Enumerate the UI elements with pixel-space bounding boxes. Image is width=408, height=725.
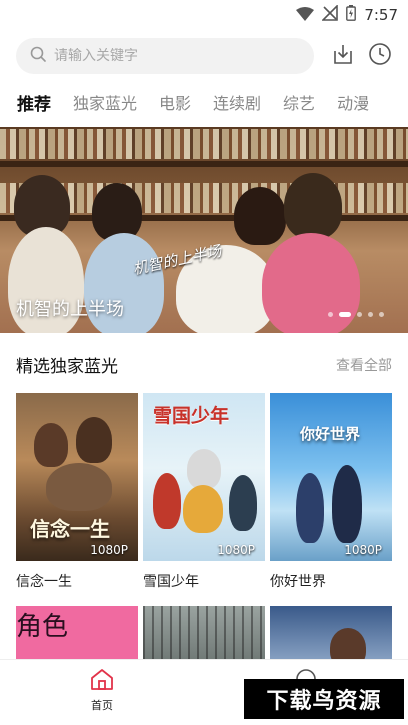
shelf-1 (0, 161, 408, 167)
quality-badge: 1080P (90, 543, 128, 557)
banner-figure (92, 183, 142, 241)
wifi-icon (296, 6, 315, 25)
quality-badge: 1080P (217, 543, 255, 557)
home-icon (90, 669, 114, 694)
category-tabs: 推荐 独家蓝光 电影 连续剧 综艺 动漫 (17, 90, 408, 122)
status-time: 7:57 (364, 6, 398, 24)
hero-banner[interactable]: 机智的上半场 机智的上半场 (0, 127, 408, 333)
download-icon (331, 42, 355, 70)
tab-variety[interactable]: 综艺 (283, 90, 315, 122)
banner-figure (262, 233, 360, 333)
section-header: 精选独家蓝光 查看全部 (16, 352, 392, 377)
poster-figure (183, 485, 223, 533)
poster-figure (46, 463, 112, 511)
poster-figure (332, 465, 362, 543)
movie-title: 雪国少年 (143, 574, 199, 590)
movie-card[interactable] (143, 606, 265, 666)
poster-figure (34, 423, 68, 467)
poster-art-text: 角色 (16, 612, 69, 642)
download-button[interactable] (330, 43, 356, 69)
nav-home-label: 首页 (91, 699, 113, 712)
movie-poster: 你好世界 1080P (270, 393, 392, 561)
tab-exclusive-bluray[interactable]: 独家蓝光 (73, 90, 137, 122)
search-input[interactable] (54, 48, 274, 64)
movie-card[interactable]: 角色 (16, 606, 138, 666)
movie-poster: 信念一生 1080P (16, 393, 138, 561)
movie-card[interactable]: 你好世界 1080P 你好世界 (270, 393, 392, 591)
pager-dot (357, 312, 362, 317)
movie-card[interactable]: 雪国少年 1080P 雪国少年 (143, 393, 265, 591)
signal-off-icon (321, 4, 339, 25)
poster-art-text: 你好世界 (300, 425, 361, 443)
tab-recommend[interactable]: 推荐 (17, 90, 51, 122)
movie-card[interactable] (270, 606, 392, 666)
banner-figure (284, 173, 342, 239)
movie-title: 你好世界 (270, 574, 326, 590)
search-icon (30, 46, 46, 66)
pager-dot (339, 312, 351, 317)
status-bar: 7:57 (0, 0, 408, 30)
movie-poster: 角色 (16, 606, 138, 666)
pager-dot (368, 312, 373, 317)
search-box[interactable] (16, 38, 314, 74)
tab-anime[interactable]: 动漫 (337, 90, 369, 122)
tab-movies[interactable]: 电影 (159, 90, 191, 122)
poster-figure (76, 417, 112, 463)
see-all-link[interactable]: 查看全部 (336, 355, 392, 375)
poster-art-text: 雪国少年 (153, 405, 230, 427)
poster-forest (143, 606, 265, 666)
movie-poster: 雪国少年 1080P (143, 393, 265, 561)
watermark-logo: 下载鸟资源 (244, 679, 404, 719)
poster-figure (153, 473, 181, 529)
battery-icon (346, 5, 357, 25)
movie-poster (270, 606, 392, 666)
tab-series[interactable]: 连续剧 (213, 90, 261, 122)
poster-art-text: 信念一生 (30, 517, 110, 541)
movie-poster (143, 606, 265, 666)
quality-badge: 1080P (344, 543, 382, 557)
banner-title: 机智的上半场 (16, 299, 124, 320)
banner-bookshelf-top (0, 129, 408, 159)
poster-figure (229, 475, 257, 531)
poster-figure (187, 449, 221, 489)
banner-figure (234, 187, 286, 245)
nav-home[interactable]: 首页 (72, 668, 132, 713)
movie-title: 信念一生 (16, 574, 72, 590)
section-title: 精选独家蓝光 (16, 357, 118, 377)
search-row (16, 38, 396, 74)
banner-pager (328, 312, 384, 317)
history-button[interactable] (367, 43, 393, 69)
pager-dot (328, 312, 333, 317)
clock-icon (368, 42, 392, 70)
movie-card[interactable]: 信念一生 1080P 信念一生 (16, 393, 138, 591)
poster-figure (296, 473, 324, 543)
pager-dot (379, 312, 384, 317)
